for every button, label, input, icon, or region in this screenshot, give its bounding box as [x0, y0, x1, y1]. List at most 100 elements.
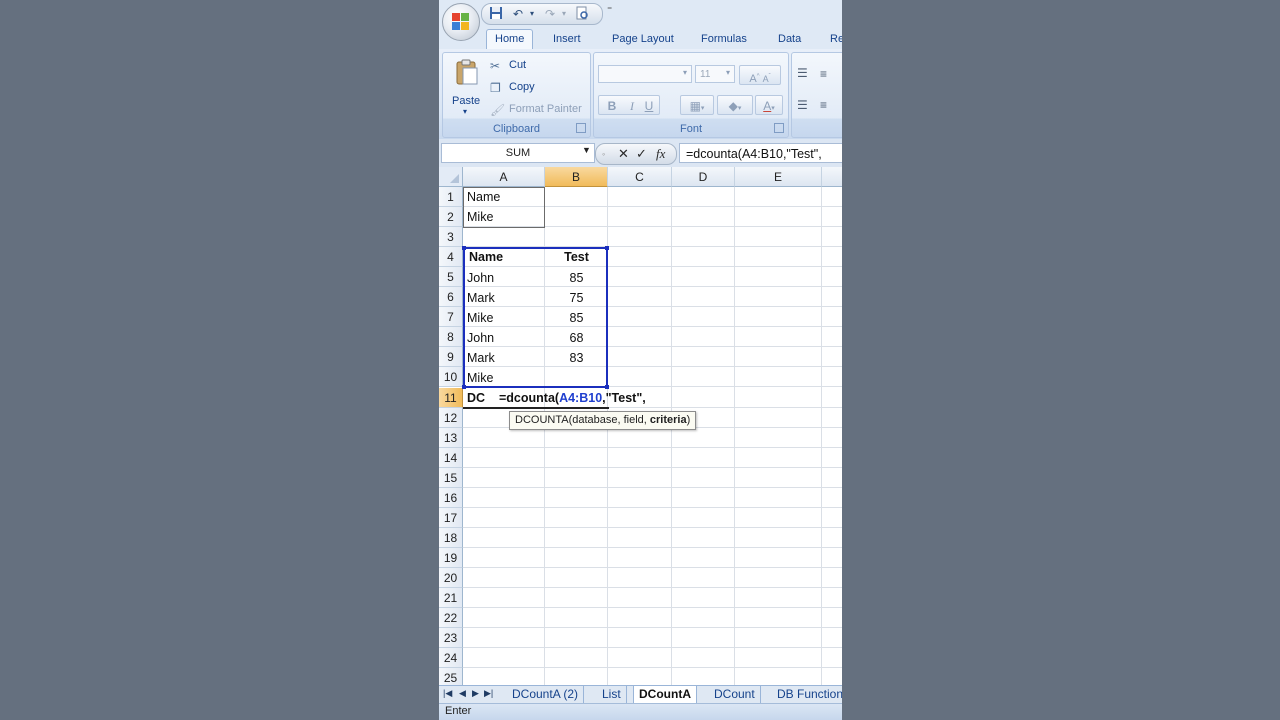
last-sheet-icon[interactable]: ▶| — [484, 688, 493, 699]
font-color-dropdown-icon[interactable]: ▾ — [771, 105, 775, 112]
row-header-10[interactable]: 10 — [439, 367, 463, 387]
tab-data[interactable]: Data — [770, 30, 809, 49]
office-button[interactable] — [442, 3, 480, 41]
row-header-20[interactable]: 20 — [439, 568, 463, 588]
borders-dropdown-icon[interactable]: ▾ — [701, 105, 705, 112]
sheet-tab-list[interactable]: List — [597, 686, 627, 703]
row-header-15[interactable]: 15 — [439, 468, 463, 488]
row-header-4[interactable]: 4 — [439, 247, 463, 267]
cut-button[interactable]: Cut — [509, 59, 526, 71]
gridline — [463, 507, 842, 508]
row-header-17[interactable]: 17 — [439, 508, 463, 528]
tab-home[interactable]: Home — [486, 29, 534, 50]
font-color-button[interactable]: A▾ — [755, 95, 783, 115]
name-box[interactable]: SUM — [441, 143, 595, 163]
align-top-icon[interactable]: ☰ — [797, 65, 808, 81]
row-header-16[interactable]: 16 — [439, 488, 463, 508]
column-header-d[interactable]: D — [672, 167, 735, 187]
copy-button[interactable]: Copy — [509, 81, 535, 93]
save-icon[interactable] — [488, 6, 504, 22]
splitter-handle-icon[interactable]: ◦ — [602, 146, 605, 162]
shrink-font-icon[interactable]: Aˇ — [763, 74, 771, 84]
cancel-icon[interactable]: ✕ — [618, 146, 629, 162]
font-dialog-launcher-icon[interactable] — [774, 123, 784, 133]
font-name-dropdown-icon[interactable]: ▾ — [683, 68, 687, 77]
ribbon-tabs: Home Insert Page Layout Formulas Data Re — [439, 27, 842, 50]
next-sheet-icon[interactable]: ▶ — [472, 688, 479, 699]
row-header-14[interactable]: 14 — [439, 448, 463, 468]
tooltip-current-argument: criteria — [649, 414, 687, 426]
row-header-21[interactable]: 21 — [439, 588, 463, 608]
gridline — [463, 467, 842, 468]
grow-font-icon[interactable]: A^ — [749, 73, 759, 85]
tab-formulas[interactable]: Formulas — [693, 30, 755, 49]
borders-button[interactable]: ▦▾ — [680, 95, 714, 115]
row-header-7[interactable]: 7 — [439, 307, 463, 327]
fill-color-button[interactable]: ◆▾ — [717, 95, 753, 115]
row-header-22[interactable]: 22 — [439, 608, 463, 628]
paste-dropdown-icon[interactable]: ▾ — [463, 107, 467, 116]
range-handle[interactable] — [462, 246, 466, 250]
bold-button[interactable]: B — [602, 96, 622, 116]
range-handle[interactable] — [605, 246, 609, 250]
align-center-icon[interactable]: ≡ — [820, 97, 827, 113]
clipboard-dialog-launcher-icon[interactable] — [576, 123, 586, 133]
select-all-button[interactable] — [439, 167, 463, 187]
row-header-9[interactable]: 9 — [439, 347, 463, 367]
paste-button[interactable]: Paste ▾ — [447, 55, 485, 116]
row-header-8[interactable]: 8 — [439, 327, 463, 347]
font-grow-shrink-buttons[interactable]: A^ Aˇ — [739, 65, 781, 85]
function-argument-tooltip[interactable]: DCOUNTA(database, field, criteria) — [509, 411, 697, 430]
row-header-3[interactable]: 3 — [439, 227, 463, 247]
align-middle-icon[interactable]: ≡ — [820, 66, 827, 82]
column-header-a[interactable]: A — [463, 167, 545, 187]
row-header-12[interactable]: 12 — [439, 408, 463, 428]
name-box-dropdown-icon[interactable]: ▼ — [582, 145, 591, 155]
column-header-f[interactable] — [822, 167, 842, 187]
undo-dropdown-icon[interactable]: ▾ — [524, 6, 540, 22]
sheet-tab-dcounta[interactable]: DCountA — [633, 686, 697, 704]
row-header-6[interactable]: 6 — [439, 287, 463, 307]
row-header-24[interactable]: 24 — [439, 648, 463, 668]
column-header-e[interactable]: E — [735, 167, 822, 187]
sheet-tab-dcounta-2[interactable]: DCountA (2) — [507, 686, 585, 703]
row-header-1[interactable]: 1 — [439, 187, 463, 207]
sheet-tab-db-function[interactable]: DB Function — [772, 686, 842, 703]
fill-color-dropdown-icon[interactable]: ▾ — [738, 105, 742, 112]
formula-input[interactable]: =dcounta(A4:B10,"Test", — [679, 143, 842, 163]
font-name-input[interactable] — [598, 65, 692, 83]
first-sheet-icon[interactable]: |◀ — [443, 688, 452, 699]
font-size-dropdown-icon[interactable]: ▾ — [726, 68, 730, 77]
row-header-11[interactable]: 11 — [439, 388, 463, 408]
italic-button[interactable]: I — [622, 96, 642, 116]
fill-color-icon: ◆ — [728, 99, 738, 113]
formula-suffix: ,"Test", — [602, 391, 646, 405]
prev-sheet-icon[interactable]: ◀ — [459, 688, 466, 699]
tab-insert[interactable]: Insert — [545, 30, 589, 49]
enter-icon[interactable]: ✓ — [636, 146, 647, 162]
redo-dropdown-icon[interactable]: ▾ — [556, 6, 572, 22]
column-header-c[interactable]: C — [608, 167, 672, 187]
column-header-b[interactable]: B — [545, 167, 608, 187]
row-header-2[interactable]: 2 — [439, 207, 463, 227]
copy-icon: ❐ — [490, 81, 501, 95]
customize-qat-icon[interactable]: ⁼ — [607, 5, 612, 16]
format-painter-button[interactable]: Format Painter — [509, 103, 582, 115]
row-header-18[interactable]: 18 — [439, 528, 463, 548]
insert-function-icon[interactable]: fx — [656, 146, 665, 162]
row-header-5[interactable]: 5 — [439, 267, 463, 287]
cell-b11-editing[interactable]: =dcounta(A4:B10,"Test", — [499, 388, 699, 408]
align-left-icon[interactable]: ☰ — [797, 97, 808, 113]
row-header-23[interactable]: 23 — [439, 628, 463, 648]
gridline — [463, 587, 842, 588]
tab-review[interactable]: Re — [822, 30, 842, 49]
row-header-25[interactable]: 25 — [439, 668, 463, 685]
underline-button[interactable]: U — [642, 96, 656, 116]
worksheet-grid[interactable]: A B C D E 1 2 3 4 5 6 7 8 9 10 11 12 13 14 15 16 17 18 19 2… — [439, 167, 842, 685]
tab-page-layout[interactable]: Page Layout — [604, 30, 682, 49]
row-header-19[interactable]: 19 — [439, 548, 463, 568]
print-preview-icon[interactable] — [574, 6, 590, 22]
sheet-tab-dcount[interactable]: DCount — [709, 686, 761, 703]
row-header-13[interactable]: 13 — [439, 428, 463, 448]
borders-icon: ▦ — [689, 99, 701, 113]
